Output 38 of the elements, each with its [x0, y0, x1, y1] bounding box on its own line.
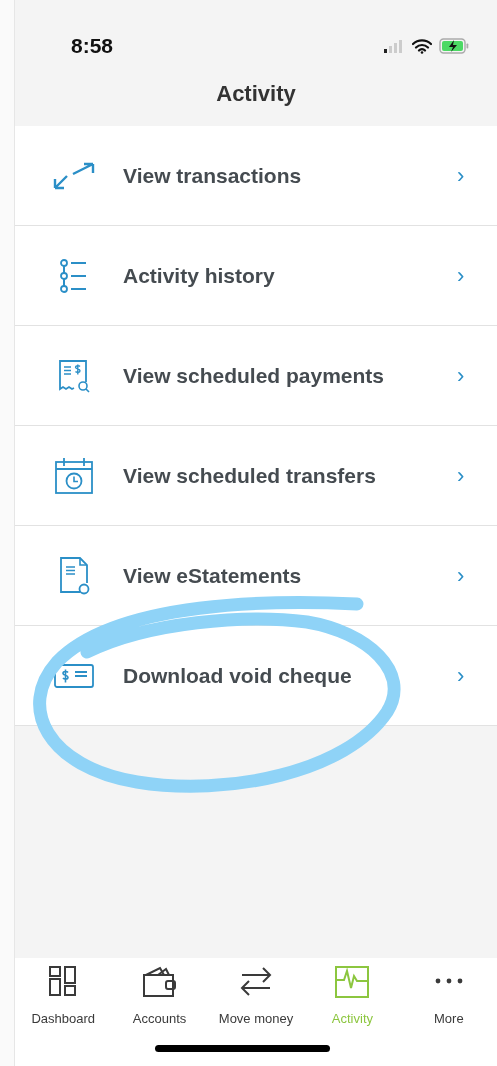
- menu-item[interactable]: View eStatements ›: [15, 526, 497, 626]
- menu-item-label: View scheduled transfers: [123, 463, 377, 488]
- wifi-icon: [412, 38, 432, 54]
- menu-item[interactable]: Download void cheque ›: [15, 626, 497, 726]
- tab-bar-item[interactable]: Accounts: [111, 966, 208, 1026]
- battery-icon: [439, 38, 469, 54]
- menu-item[interactable]: View scheduled transfers ›: [15, 426, 497, 526]
- tab-bar-item[interactable]: Move money: [207, 966, 305, 1026]
- timeline-list-icon: [60, 258, 88, 293]
- chevron: ›: [457, 462, 466, 489]
- status-time: 8:58: [71, 34, 114, 58]
- menu-item-label: Activity history: [123, 263, 276, 288]
- menu-item-label: View scheduled payments: [123, 363, 386, 388]
- diagonal-arrows-icon: [53, 161, 95, 190]
- receipt-search-icon: [57, 358, 91, 393]
- menu-item-label: Download void cheque: [123, 663, 353, 688]
- more-icon: [433, 978, 464, 984]
- calendar-clock-icon: [54, 456, 94, 495]
- grid-icon: [49, 966, 78, 996]
- menu-item[interactable]: Activity history ›: [15, 226, 497, 326]
- pulse-chart-icon: [335, 966, 370, 998]
- chevron: ›: [457, 662, 466, 689]
- menu-item[interactable]: View transactions ›: [15, 126, 497, 226]
- menu-item-label: View eStatements: [123, 563, 303, 588]
- swap-arrows-icon: [240, 966, 272, 996]
- tab-bar-item[interactable]: Dashboard: [15, 966, 112, 1026]
- screen-title: Activity: [215, 80, 297, 108]
- tab-bar-item[interactable]: More: [400, 966, 497, 1026]
- chevron: ›: [457, 362, 466, 389]
- document-search-icon: [58, 555, 90, 596]
- wallet-icon: [141, 966, 178, 998]
- cheque-icon: [54, 663, 94, 688]
- chevron: ›: [457, 162, 466, 189]
- menu-item-label: View transactions: [123, 163, 303, 188]
- chevron: ›: [457, 562, 466, 589]
- menu-item[interactable]: View scheduled payments ›: [15, 326, 497, 426]
- signal-icon: [383, 39, 405, 53]
- chevron: ›: [457, 262, 466, 289]
